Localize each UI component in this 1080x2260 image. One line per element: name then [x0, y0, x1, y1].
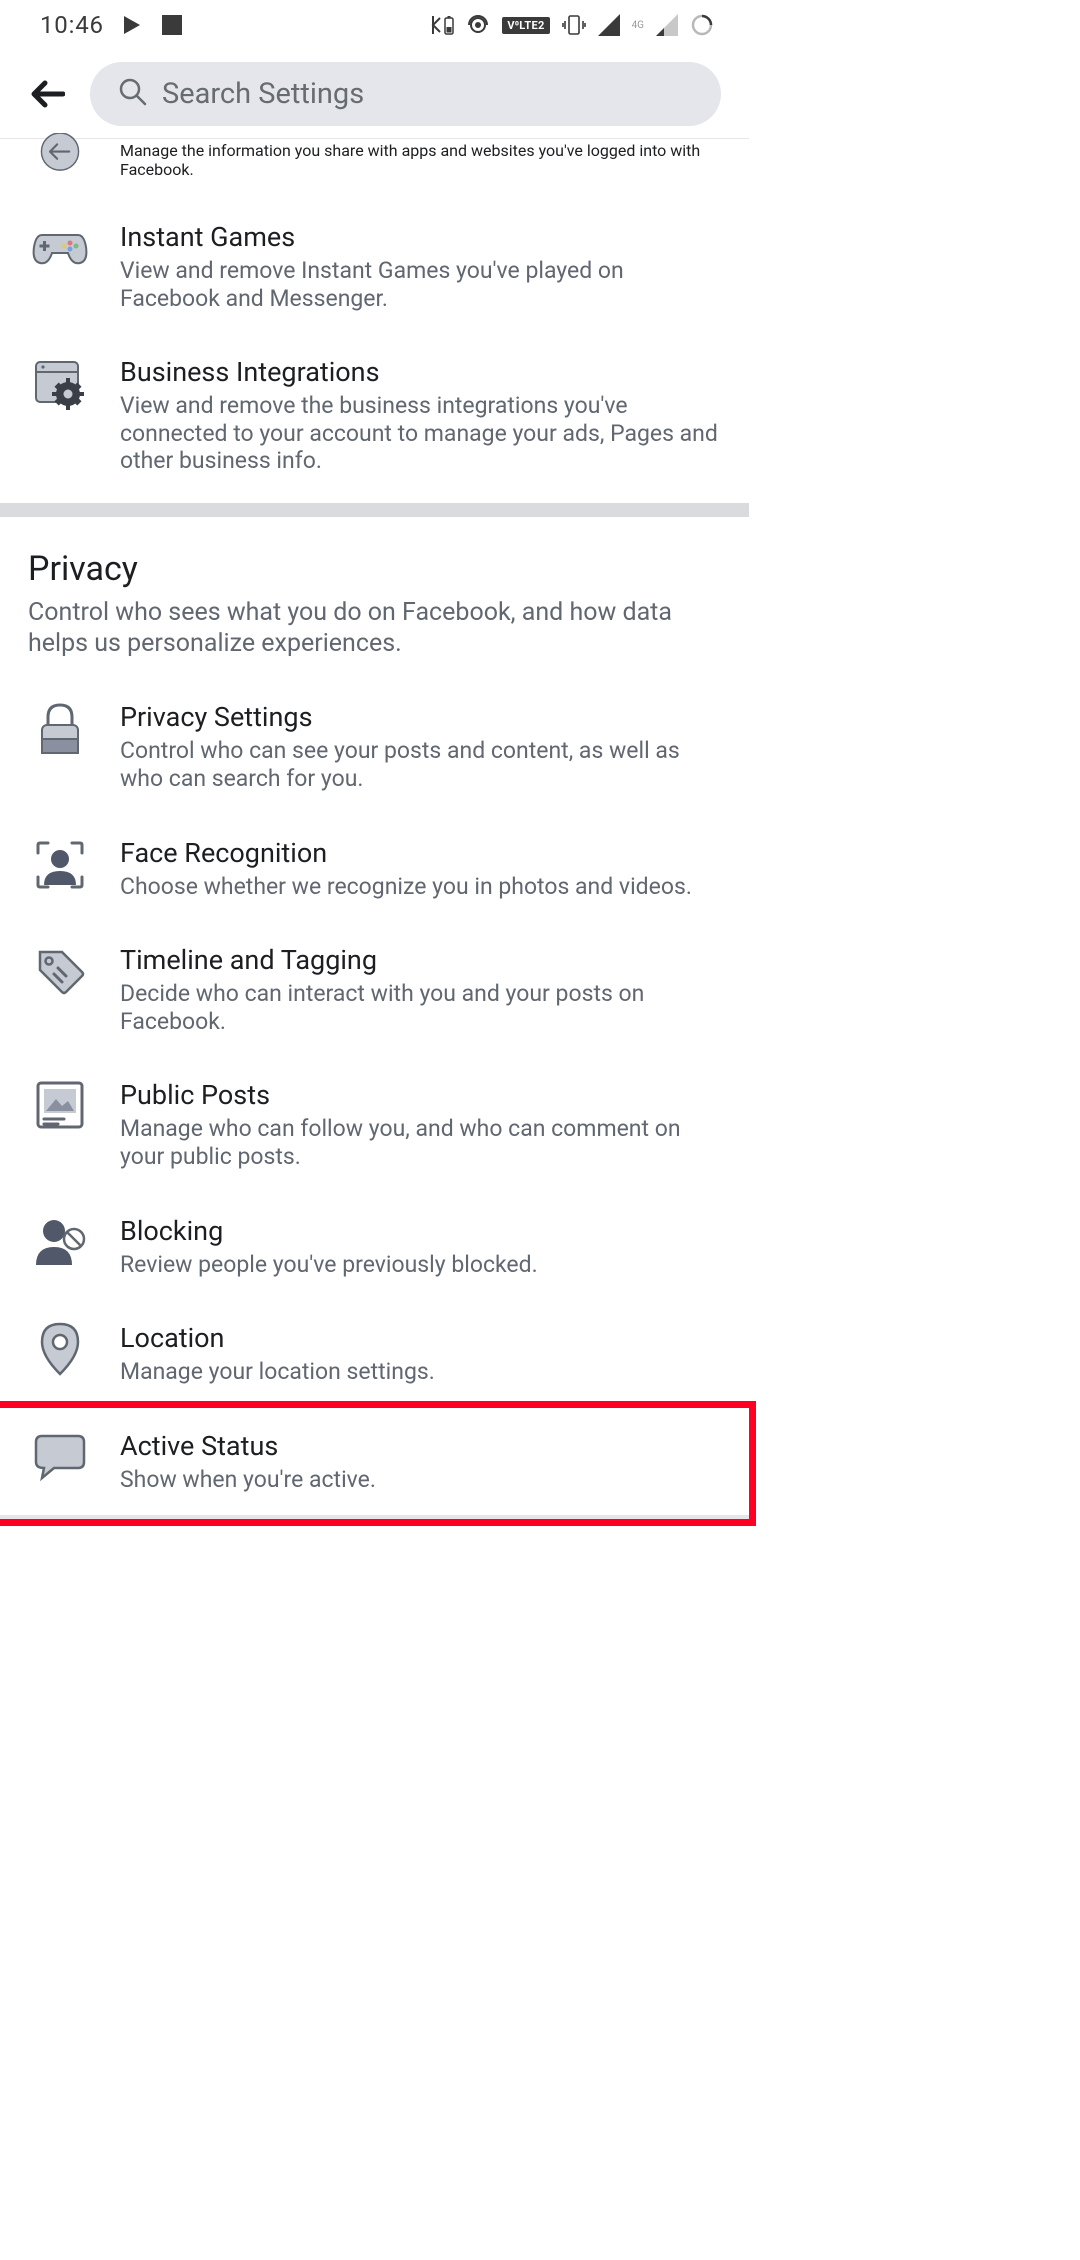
item-title: Business Integrations — [120, 356, 721, 388]
list-item-location[interactable]: Location Manage your location settings. — [0, 1300, 749, 1408]
header-bar: Search Settings — [0, 50, 749, 139]
section-header-privacy: Privacy Control who sees what you do on … — [0, 517, 749, 670]
section-title: Privacy — [28, 549, 721, 589]
network-4g-label: 4G — [632, 20, 644, 31]
list-item-public-posts[interactable]: Public Posts Manage who can follow you, … — [0, 1057, 749, 1192]
tag-icon — [32, 944, 88, 1004]
item-desc: View and remove the business integration… — [120, 392, 721, 475]
item-title: Public Posts — [120, 1079, 721, 1111]
status-time: 10:46 — [40, 11, 104, 39]
back-arrow-circle-icon — [32, 133, 88, 177]
browser-gear-icon — [30, 356, 90, 420]
signal-icon-1 — [598, 14, 620, 36]
list-item-privacy-settings[interactable]: Privacy Settings Control who can see you… — [0, 679, 749, 814]
item-desc: Review people you've previously blocked. — [120, 1251, 721, 1279]
search-icon — [118, 77, 148, 111]
list-item-apps-websites[interactable]: Manage the information you share with ap… — [0, 139, 749, 199]
thin-divider — [0, 1515, 749, 1519]
item-title: Instant Games — [120, 221, 721, 253]
chat-bubble-icon — [32, 1430, 88, 1486]
item-desc: Choose whether we recognize you in photo… — [120, 873, 721, 901]
image-post-icon — [34, 1079, 86, 1135]
hotspot-icon — [466, 13, 490, 37]
section-desc: Control who sees what you do on Facebook… — [28, 597, 721, 660]
item-desc: Show when you're active. — [120, 1466, 721, 1494]
item-desc: Decide who can interact with you and you… — [120, 980, 721, 1035]
volte-badge: V⁰LTE2 — [502, 17, 549, 34]
list-item-face-recognition[interactable]: Face Recognition Choose whether we recog… — [0, 815, 749, 923]
person-block-icon — [32, 1215, 88, 1275]
item-desc: Control who can see your posts and conte… — [120, 737, 721, 792]
game-controller-icon — [30, 221, 90, 277]
list-item-business-integrations[interactable]: Business Integrations View and remove th… — [0, 334, 749, 503]
list-item-instant-games[interactable]: Instant Games View and remove Instant Ga… — [0, 199, 749, 334]
list-item-blocking[interactable]: Blocking Review people you've previously… — [0, 1193, 749, 1301]
bluetooth-battery-icon — [428, 14, 454, 36]
lock-icon — [36, 701, 84, 761]
location-pin-icon — [38, 1322, 82, 1382]
search-placeholder: Search Settings — [162, 77, 364, 111]
face-recognition-icon — [32, 837, 88, 897]
item-title: Location — [120, 1322, 721, 1354]
item-desc: View and remove Instant Games you've pla… — [120, 257, 721, 312]
status-bar: 10:46 V⁰LTE2 — [0, 0, 749, 50]
stop-icon — [160, 13, 184, 37]
item-title: Timeline and Tagging — [120, 944, 721, 976]
list-item-timeline-tagging[interactable]: Timeline and Tagging Decide who can inte… — [0, 922, 749, 1057]
item-desc: Manage who can follow you, and who can c… — [120, 1115, 721, 1170]
item-desc: Manage the information you share with ap… — [120, 141, 721, 179]
section-divider — [0, 503, 749, 517]
item-title: Privacy Settings — [120, 701, 721, 733]
search-input[interactable]: Search Settings — [90, 62, 721, 126]
loading-icon — [690, 13, 714, 37]
back-button[interactable] — [28, 74, 68, 114]
signal-icon-2 — [656, 14, 678, 36]
item-title: Face Recognition — [120, 837, 721, 869]
item-title: Blocking — [120, 1215, 721, 1247]
vibrate-icon — [562, 13, 586, 37]
item-desc: Manage your location settings. — [120, 1358, 721, 1386]
play-icon — [122, 15, 142, 35]
item-title: Active Status — [120, 1430, 721, 1462]
list-item-active-status[interactable]: Active Status Show when you're active. — [0, 1408, 749, 1516]
